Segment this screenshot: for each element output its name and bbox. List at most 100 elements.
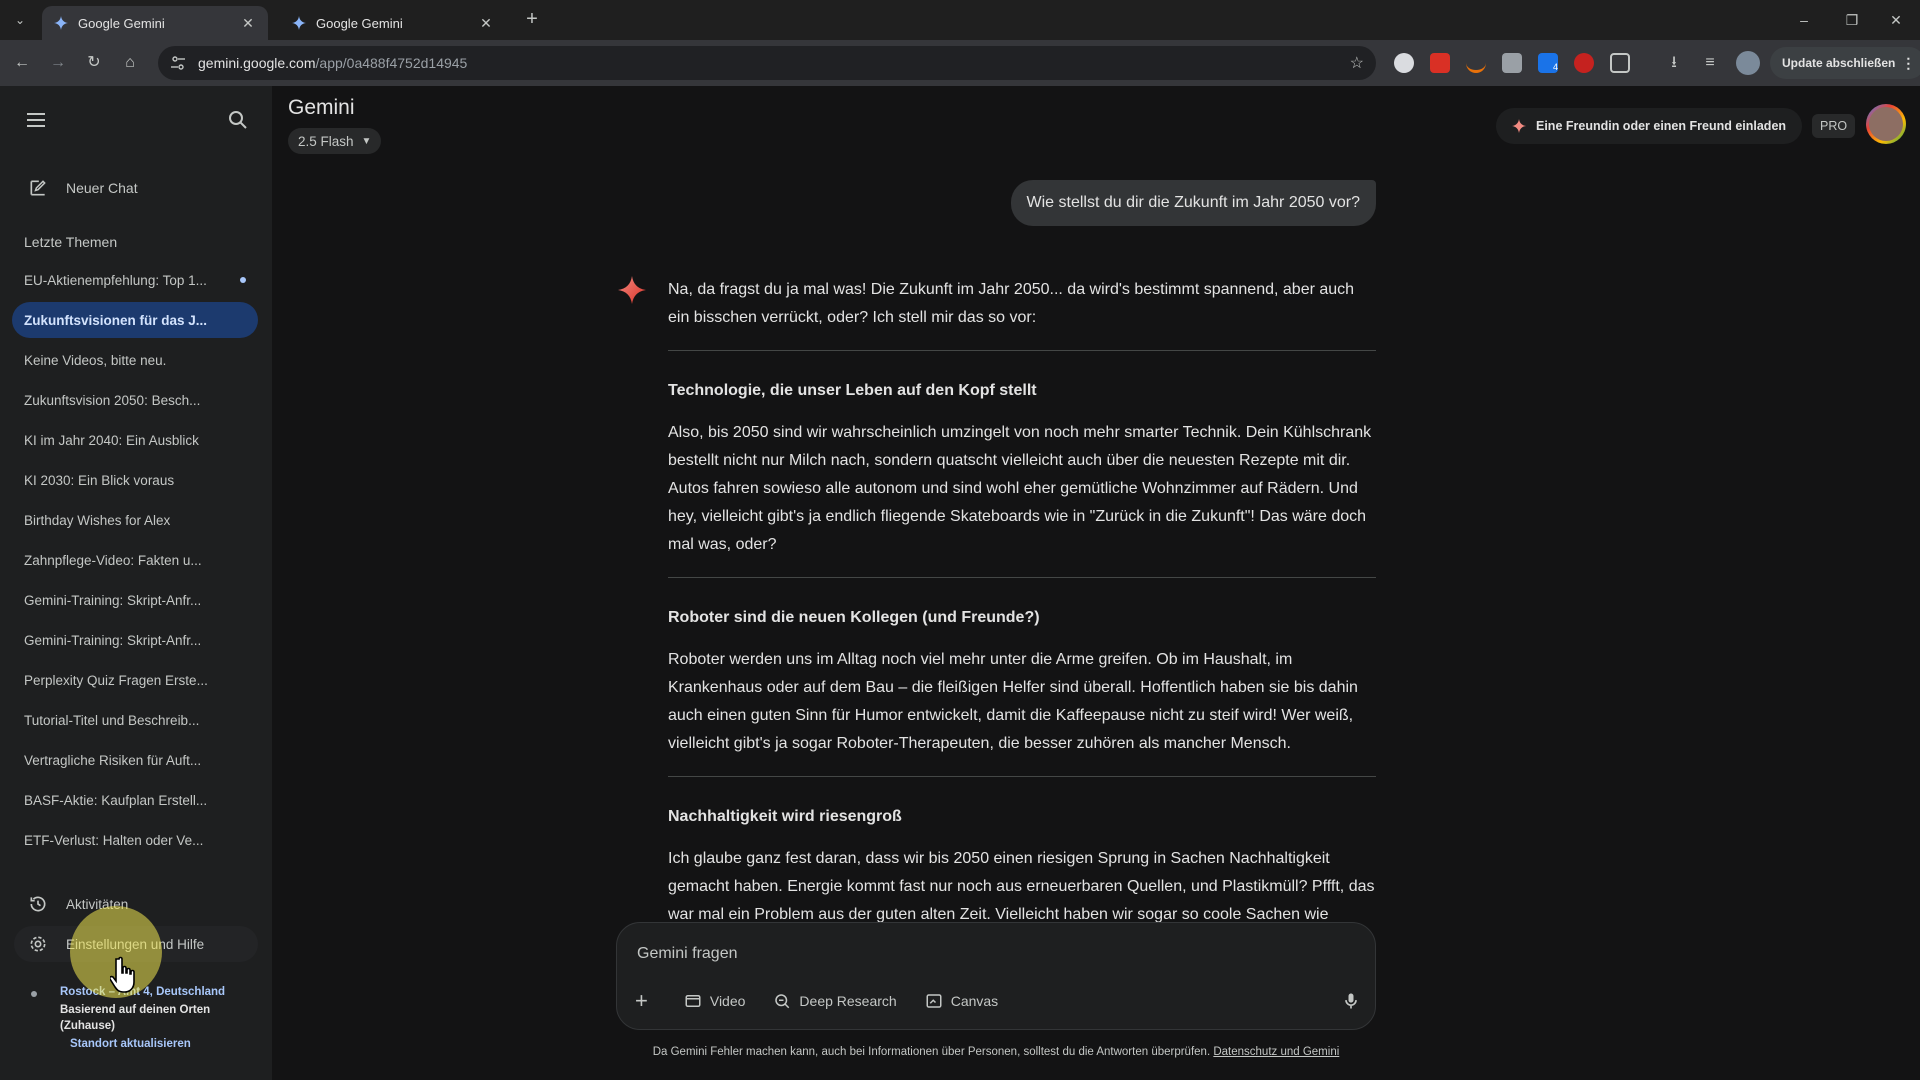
model-response: Na, da fragst du ja mal was! Die Zukunft… — [668, 276, 1376, 1006]
tab-close-icon[interactable]: ✕ — [478, 15, 494, 32]
privacy-link[interactable]: Datenschutz und Gemini — [1213, 1046, 1339, 1058]
divider — [668, 776, 1376, 777]
sidebar-chat-item[interactable]: ETF-Verlust: Halten oder Ve... — [12, 822, 258, 858]
account-avatar[interactable] — [1866, 104, 1906, 144]
model-selector[interactable]: 2.5 Flash ▼ — [288, 128, 382, 154]
minimize-icon[interactable]: – — [1784, 8, 1824, 32]
browser-tab-strip: ⌄ Google Gemini ✕ Google Gemini ✕ + – ❐ … — [0, 0, 1920, 40]
sidebar-chat-item[interactable]: Gemini-Training: Skript-Anfr... — [12, 622, 258, 658]
location-basis: Basierend auf deinen Orten (Zuhause) — [60, 1004, 211, 1032]
sidebar-chat-item[interactable]: Zukunftsvision 2050: Besch... — [12, 382, 258, 418]
deep-research-button[interactable]: Deep Research — [773, 992, 897, 1010]
new-chat-button[interactable]: Neuer Chat — [14, 168, 258, 208]
video-tool-label: Video — [709, 993, 746, 1009]
history-icon — [30, 896, 46, 912]
sidebar-chat-item[interactable]: Birthday Wishes for Alex — [12, 502, 258, 538]
canvas-label: Canvas — [950, 993, 999, 1009]
add-attachment-plus-icon[interactable]: + — [631, 988, 648, 1014]
tab-title: Google Gemini — [78, 15, 165, 31]
sidebar-chat-item[interactable]: Tutorial-Titel und Beschreib... — [12, 702, 258, 738]
extension-password-icon[interactable] — [1430, 53, 1450, 73]
extension-flash-icon[interactable] — [1574, 53, 1594, 73]
new-chat-label: Neuer Chat — [66, 180, 138, 196]
restore-icon[interactable]: ❐ — [1832, 8, 1872, 32]
browser-tab[interactable]: Google Gemini ✕ — [280, 6, 506, 40]
extension-speed-icon[interactable] — [1466, 53, 1486, 73]
gemini-favicon-icon — [292, 16, 306, 30]
extension-camera-icon[interactable] — [1502, 53, 1522, 73]
sidebar-chat-item[interactable]: BASF-Aktie: Kaufplan Erstell... — [12, 782, 258, 818]
bookmark-star-icon[interactable]: ☆ — [1350, 53, 1364, 73]
sidebar-chat-label: EU-Aktienempfehlung: Top 1... — [24, 272, 207, 288]
sidebar-chat-label: ETF-Verlust: Halten oder Ve... — [24, 832, 204, 848]
forward-arrow-icon[interactable]: → — [46, 51, 70, 75]
disclaimer: Da Gemini Fehler machen kann, auch bei I… — [624, 1046, 1368, 1058]
home-icon[interactable]: ⌂ — [118, 51, 142, 75]
sidebar-chat-label: Birthday Wishes for Alex — [24, 512, 171, 528]
deep-research-icon — [775, 994, 790, 1009]
location-info: Rostock – Amt 4, Deutschland Basierend a… — [28, 986, 268, 1050]
browser-tab-active[interactable]: Google Gemini ✕ — [42, 6, 268, 40]
sidebar-chat-item[interactable]: Vertragliche Risiken für Auft... — [12, 742, 258, 778]
unread-dot — [240, 277, 246, 283]
sidebar-chat-label: Tutorial-Titel und Beschreib... — [24, 712, 200, 728]
update-location-link[interactable]: Standort aktualisieren — [28, 1038, 268, 1050]
url-path: /app/0a488f4752d14945 — [315, 55, 468, 71]
deep-research-label: Deep Research — [799, 993, 897, 1009]
video-icon — [685, 995, 701, 1007]
microphone-icon[interactable] — [1341, 991, 1361, 1011]
extension-globe-icon[interactable] — [1394, 53, 1414, 73]
reload-icon[interactable]: ↻ — [82, 51, 106, 75]
sidebar: Neuer Chat Letzte Themen EU-Aktienempfeh… — [0, 86, 272, 1080]
prompt-input[interactable]: Gemini fragen — [637, 945, 738, 963]
downloads-icon[interactable]: ⭳ — [1662, 51, 1686, 75]
sidebar-chat-item[interactable]: KI im Jahr 2040: Ein Ausblick — [12, 422, 258, 458]
site-settings-icon[interactable] — [170, 55, 186, 71]
new-tab-plus-icon[interactable]: + — [520, 8, 544, 32]
sidebar-chat-item[interactable]: KI 2030: Ein Blick voraus — [12, 462, 258, 498]
sidebar-chat-label: Zukunftsvisionen für das J... — [24, 312, 208, 328]
profile-avatar-icon[interactable] — [1736, 51, 1760, 75]
close-window-icon[interactable]: ✕ — [1876, 8, 1916, 32]
canvas-icon — [926, 994, 942, 1008]
extension-badge-icon[interactable]: 4 — [1538, 53, 1558, 73]
sidebar-chat-label: KI 2030: Ein Blick voraus — [24, 472, 175, 488]
settings-label: Einstellungen und Hilfe — [66, 936, 205, 952]
tab-search-chevron-icon[interactable]: ⌄ — [8, 8, 32, 32]
recent-section-title: Letzte Themen — [24, 234, 118, 250]
sidebar-chat-label: Perplexity Quiz Fragen Erste... — [24, 672, 208, 688]
update-button[interactable]: Update abschließen ⋮ — [1770, 47, 1920, 79]
sidebar-chat-label: Zukunftsvision 2050: Besch... — [24, 392, 201, 408]
divider — [668, 577, 1376, 578]
sidebar-chat-item[interactable]: Gemini-Training: Skript-Anfr... — [12, 582, 258, 618]
avatar-photo — [1869, 107, 1903, 141]
model-label: 2.5 Flash — [298, 133, 354, 149]
video-tool-button[interactable]: Video — [684, 992, 746, 1010]
address-bar[interactable]: gemini.google.com/app/0a488f4752d14945 ☆ — [158, 46, 1376, 80]
activity-button[interactable]: Aktivitäten — [14, 886, 258, 922]
tab-close-icon[interactable]: ✕ — [240, 15, 256, 32]
canvas-button[interactable]: Canvas — [925, 992, 998, 1010]
app-title: Gemini — [288, 96, 355, 119]
sidebar-chat-item[interactable]: Zukunftsvisionen für das J... — [12, 302, 258, 338]
media-control-icon[interactable]: ≡ — [1698, 51, 1722, 75]
back-arrow-icon[interactable]: ← — [10, 51, 34, 75]
composer-toolbar: + Video Deep Research Canvas — [631, 985, 1361, 1017]
sidebar-chat-item[interactable]: Keine Videos, bitte neu. — [12, 342, 258, 378]
section-body: Roboter werden uns im Alltag noch viel m… — [668, 651, 1358, 752]
gemini-sparkle-icon — [618, 276, 646, 304]
menu-icon[interactable] — [24, 108, 48, 132]
section-heading: Technologie, die unser Leben auf den Kop… — [668, 382, 1037, 399]
more-vert-icon[interactable]: ⋮ — [1901, 47, 1915, 79]
sidebar-chat-item[interactable]: EU-Aktienempfehlung: Top 1... — [12, 262, 258, 298]
caret-down-icon: ▼ — [361, 135, 372, 147]
settings-help-button[interactable]: Einstellungen und Hilfe — [14, 926, 258, 962]
sidebar-chat-item[interactable]: Perplexity Quiz Fragen Erste... — [12, 662, 258, 698]
user-message: Wie stellst du dir die Zukunft im Jahr 2… — [1010, 180, 1376, 226]
prompt-composer[interactable]: Gemini fragen + Video Deep Research Canv… — [616, 922, 1376, 1030]
extensions-puzzle-icon[interactable] — [1610, 53, 1630, 73]
invite-friend-button[interactable]: Eine Freundin oder einen Freund einladen — [1496, 108, 1803, 144]
sidebar-chat-item[interactable]: Zahnpflege-Video: Fakten u... — [12, 542, 258, 578]
search-icon[interactable] — [226, 108, 250, 132]
invite-label: Eine Freundin oder einen Freund einladen — [1536, 119, 1787, 133]
